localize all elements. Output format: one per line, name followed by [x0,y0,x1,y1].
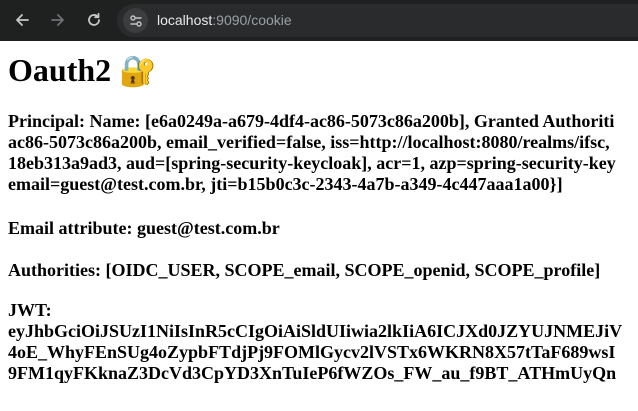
site-info-icon [129,14,142,27]
reload-icon [88,12,100,26]
principal-text: Principal: Name: [e6a0249a-a679-4df4-ac8… [8,111,616,195]
jwt-line: 4oE_WhyFEnSUg4oZypbFTdjPj9FOMlGycv2lVSTx… [8,342,616,362]
reload-button[interactable] [81,7,107,33]
jwt-label: JWT: [8,300,52,320]
page-title-text: Oauth2 [8,52,112,88]
forward-button[interactable] [45,7,71,33]
principal-line: Principal: Name: [e6a0249a-a679-4df4-ac8… [8,111,615,131]
principal-line: ac86-5073c86a200b, email_verified=false,… [8,132,610,152]
jwt-block: JWT: eyJhbGciOiJSUzI1NiIsInR5cCIgOiAiSld… [8,300,622,384]
forward-arrow-icon [51,14,64,26]
address-bar[interactable]: localhost:9090/cookie [117,4,638,37]
lock-with-key-icon: 🔐 [119,54,157,89]
page-title: Oauth2 🔐 [8,51,157,91]
page-content: Oauth2 🔐 Principal: Name: [e6a0249a-a679… [0,41,638,411]
browser-toolbar: localhost:9090/cookie [0,0,638,41]
principal-line: 18eb313a9ad3, aud=[spring-security-keycl… [8,153,616,173]
url-host: localhost [157,12,213,28]
back-arrow-icon [16,14,29,26]
email-attribute-text: Email attribute: guest@test.com.br [8,218,280,238]
back-button[interactable] [9,7,35,33]
url-path: :9090/cookie [212,12,292,28]
jwt-line: eyJhbGciOiJSUzI1NiIsInR5cCIgOiAiSldUIiwi… [8,321,623,341]
site-info-button[interactable] [123,8,148,33]
url-text: localhost:9090/cookie [157,12,292,29]
authorities-text: Authorities: [OIDC_USER, SCOPE_email, SC… [8,260,601,280]
jwt-line: 9FM1qyFKknaZ3DcVd3CpYD3XnTuIeP6fWZOs_FW_… [8,363,617,383]
principal-line: email=guest@test.com.br, jti=b15b0c3c-23… [8,174,563,194]
